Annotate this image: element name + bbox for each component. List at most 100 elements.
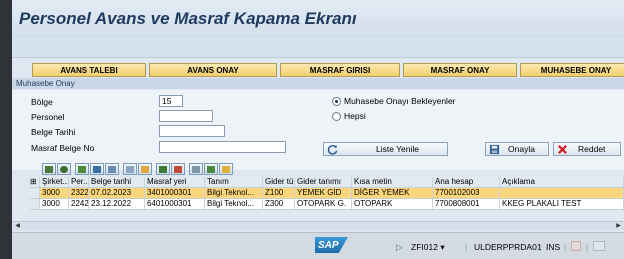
table-cell: 7700102003	[433, 188, 500, 198]
onayla-label: Onayla	[508, 144, 535, 154]
row-selector[interactable]	[30, 188, 40, 198]
sort-descending-icon[interactable]	[90, 163, 104, 175]
column-header[interactable]: Tanım	[205, 177, 263, 187]
play-icon[interactable]: ▷	[396, 242, 403, 253]
alv-toolbar	[42, 163, 234, 176]
table-cell: 3401000301	[145, 188, 205, 198]
lock-icon[interactable]	[571, 241, 581, 251]
tab-muhasebe-onay[interactable]: MUHASEBE ONAY	[520, 63, 624, 77]
tab-strip: AVANS TALEBI AVANS ONAY MASRAF GIRISI MA…	[32, 63, 624, 77]
export-icon[interactable]	[204, 163, 218, 175]
liste-yenile-button[interactable]: Liste Yenile	[323, 142, 448, 156]
radio-muhasebe-onayi-bekleyenler[interactable]: Muhasebe Onayı Bekleyenler	[332, 96, 456, 106]
liste-yenile-label: Liste Yenile	[376, 144, 420, 154]
bolge-label: Bölge	[31, 97, 53, 107]
belge-tarihi-input[interactable]	[159, 125, 225, 137]
table-cell: OTOPARK	[352, 199, 433, 209]
tab-masraf-onay[interactable]: MASRAF ONAY	[403, 63, 517, 77]
table-cell: OTOPARK G.	[295, 199, 352, 209]
table-cell: KKEG PLAKALI TEST	[500, 199, 624, 209]
column-header[interactable]: Masraf yeri	[145, 177, 205, 187]
table-cell: 6401000301	[145, 199, 205, 209]
application-toolbar	[12, 38, 624, 58]
radio-label: Muhasebe Onayı Bekleyenler	[344, 96, 456, 106]
table-cell: 3000	[40, 199, 69, 209]
table-cell: 23.12.2022	[89, 199, 145, 209]
layout-icon[interactable]	[593, 241, 605, 251]
scroll-left-icon[interactable]: ◀	[13, 222, 22, 230]
sap-logo: SAP	[315, 237, 348, 253]
left-edge-bar	[0, 0, 12, 259]
status-bar: SAP ▷ ZFI012 ▾ | ULDERPPRDA01 | INS | |	[12, 232, 624, 259]
onayla-button[interactable]: Onayla	[485, 142, 549, 156]
reddet-button[interactable]: Reddet	[553, 142, 621, 156]
belge-tarihi-label: Belge Tarihi	[31, 127, 76, 137]
table-cell: Bilgi Teknol...	[205, 199, 263, 209]
bolge-input[interactable]: 15	[159, 95, 183, 107]
grid-header-row: ⊞ Şirket... Per... Belge tarihi Masraf y…	[30, 177, 624, 188]
sap-window: Personel Avans ve Masraf Kapama Ekranı A…	[12, 0, 624, 259]
layout-icon[interactable]	[219, 163, 233, 175]
divider: |	[539, 242, 542, 252]
table-cell: 7700808001	[433, 199, 500, 209]
filter-icon[interactable]	[123, 163, 137, 175]
radio-label: Hepsi	[344, 111, 366, 121]
refresh-icon[interactable]	[57, 163, 71, 175]
table-row[interactable]: 3000 2242 23.12.2022 6401000301 Bilgi Te…	[30, 199, 624, 210]
radio-hepsi[interactable]: Hepsi	[332, 111, 366, 121]
find-icon[interactable]	[105, 163, 119, 175]
radio-empty-icon	[332, 111, 341, 121]
tab-avans-talebi[interactable]: AVANS TALEBI	[32, 63, 146, 77]
insert-mode: INS	[546, 242, 561, 252]
table-cell: 3000	[40, 188, 69, 198]
column-header[interactable]: Per...	[69, 177, 89, 187]
cancel-x-icon	[558, 144, 567, 154]
scroll-right-icon[interactable]: ▶	[614, 222, 623, 230]
section-title: Muhasebe Onay	[12, 78, 624, 89]
table-cell	[500, 188, 624, 198]
column-header[interactable]: Açıklama	[500, 177, 624, 187]
table-cell: 2242	[71, 199, 89, 209]
transaction-code-text: ZFI012	[411, 242, 438, 252]
table-cell: Bilgi Teknol...	[205, 188, 263, 198]
column-header[interactable]: Ana hesap	[433, 177, 500, 187]
refresh-icon	[327, 144, 338, 155]
table-cell: Z100	[263, 188, 295, 198]
column-header[interactable]: Şirket...	[40, 177, 69, 187]
table-cell: YEMEK GİD	[295, 188, 352, 198]
sort-ascending-icon[interactable]	[75, 163, 89, 175]
tab-masraf-girisi[interactable]: MASRAF GIRISI	[280, 63, 400, 77]
column-header[interactable]: Gider tanımı	[295, 177, 352, 187]
reddet-label: Reddet	[578, 144, 606, 154]
title-bar: Personel Avans ve Masraf Kapama Ekranı	[12, 0, 624, 38]
personel-label: Personel	[31, 112, 65, 122]
filter-dropdown-icon[interactable]	[138, 163, 152, 175]
divider: |	[465, 242, 468, 252]
column-header[interactable]: Belge tarihi	[89, 177, 145, 187]
horizontal-scrollbar[interactable]: ◀ ▶	[12, 221, 624, 230]
row-selector[interactable]	[30, 199, 40, 209]
radio-selected-icon	[332, 96, 341, 106]
alv-grid: ⊞ Şirket... Per... Belge tarihi Masraf y…	[30, 177, 624, 210]
save-icon	[489, 144, 500, 154]
sum-icon[interactable]	[156, 163, 170, 175]
chevron-down-icon: ▾	[440, 242, 445, 252]
masraf-belge-input[interactable]	[159, 141, 286, 153]
subtotal-icon[interactable]	[171, 163, 185, 175]
page-title: Personel Avans ve Masraf Kapama Ekranı	[19, 9, 357, 28]
column-header[interactable]: Kısa metin	[352, 177, 433, 187]
table-cell: 2322	[71, 188, 89, 198]
personel-input[interactable]	[159, 110, 213, 122]
column-header[interactable]: Gider türü	[263, 177, 295, 187]
print-icon[interactable]	[189, 163, 203, 175]
transaction-code[interactable]: ZFI012 ▾	[411, 242, 445, 253]
server-name: ULDERPPRDA01	[474, 242, 542, 252]
details-icon[interactable]	[42, 163, 56, 175]
divider: |	[564, 242, 567, 252]
table-cell: Z300	[263, 199, 295, 209]
selection-form: Bölge 15 Personel Belge Tarihi Masraf Be…	[12, 90, 624, 170]
table-row[interactable]: 3000 2322 07.02.2023 3401000301 Bilgi Te…	[30, 188, 624, 199]
masraf-belge-label: Masraf Belge No	[31, 143, 95, 153]
tab-avans-onay[interactable]: AVANS ONAY	[149, 63, 277, 77]
select-all-icon[interactable]: ⊞	[30, 177, 40, 187]
